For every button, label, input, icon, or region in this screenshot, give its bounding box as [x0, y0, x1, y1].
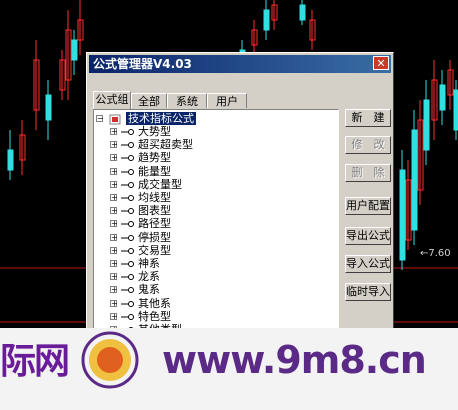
- candle-body: [453, 89, 458, 131]
- tree-item-label: 停损型: [138, 230, 171, 244]
- candle-body: [263, 9, 270, 31]
- expand-icon[interactable]: +: [110, 286, 118, 294]
- tree-item[interactable]: + 其他系: [96, 297, 171, 310]
- formula-icon: [121, 261, 134, 267]
- expand-icon[interactable]: +: [110, 167, 118, 175]
- new-button[interactable]: 新 建: [345, 109, 391, 127]
- formula-icon: [121, 247, 134, 254]
- tree-item[interactable]: + 成交量型: [96, 178, 182, 191]
- collapse-icon[interactable]: −: [96, 115, 104, 123]
- tree-item-label: 图表型: [138, 204, 171, 218]
- tree-item[interactable]: + 神系: [96, 257, 160, 270]
- dialog-title: 公式管理器V4.03: [93, 57, 192, 71]
- candle-body: [399, 169, 406, 261]
- formula-icon: [121, 142, 134, 149]
- watermark-left-text: 际网: [0, 341, 70, 382]
- formula-icon: [121, 129, 134, 135]
- candle-body: [7, 149, 14, 171]
- tree-item[interactable]: + 路径型: [96, 217, 171, 230]
- tree-item-label: 龙系: [138, 270, 160, 284]
- tree-item-label: 特色型: [138, 309, 171, 323]
- formula-icon: [121, 168, 134, 175]
- tree-item-label: 路径型: [138, 217, 171, 231]
- formula-icon: [121, 181, 134, 188]
- site-logo: [81, 331, 139, 389]
- expand-icon[interactable]: +: [110, 194, 118, 202]
- expand-icon[interactable]: +: [110, 246, 118, 254]
- user-config-button[interactable]: 用户配置: [345, 197, 391, 215]
- tree-root-label: 技术指标公式: [126, 112, 196, 125]
- formula-tree[interactable]: − 技术指标公式 + 大势型 + 超买超卖型 + 趋势型 + 能量型 + 成交量型 + 均线型 + 图表型…: [93, 109, 339, 334]
- formula-manager-dialog: 公式管理器V4.03 ✕ 公式组 全部 系统 用户 − 技术指标公式 + 大势型 +…: [86, 52, 394, 337]
- expand-icon[interactable]: +: [110, 220, 118, 228]
- dialog-titlebar[interactable]: 公式管理器V4.03 ✕: [89, 55, 391, 73]
- tree-item-label: 均线型: [138, 191, 171, 204]
- tree-item[interactable]: + 均线型: [96, 191, 171, 204]
- tree-item-label: 交易型: [138, 243, 171, 257]
- tree-item-label: 鬼系: [138, 283, 160, 297]
- formula-icon: [121, 195, 134, 201]
- tree-item[interactable]: + 图表型: [96, 204, 171, 217]
- import-formula-button[interactable]: 导入公式: [345, 255, 391, 273]
- tree-item[interactable]: + 大势型: [96, 125, 171, 138]
- candle-body: [411, 129, 418, 231]
- formula-icon: [121, 208, 134, 215]
- tree-item-label: 成交量型: [138, 177, 182, 191]
- tree-item[interactable]: + 能量型: [96, 165, 171, 178]
- expand-icon[interactable]: +: [110, 260, 118, 268]
- tree-item-label: 大势型: [138, 125, 171, 138]
- expand-icon[interactable]: +: [110, 180, 118, 188]
- expand-icon[interactable]: +: [110, 273, 118, 281]
- formula-icon: [121, 287, 134, 294]
- candle-body: [71, 39, 78, 61]
- tree-item[interactable]: + 鬼系: [96, 283, 160, 296]
- edit-button[interactable]: 修 改: [345, 136, 391, 154]
- tree-item[interactable]: + 趋势型: [96, 151, 171, 164]
- tree-root[interactable]: − 技术指标公式: [96, 112, 196, 125]
- formula-icon: [121, 313, 134, 320]
- formula-icon: [121, 234, 134, 241]
- formula-icon: [121, 300, 134, 307]
- delete-button[interactable]: 删 除: [345, 164, 391, 182]
- candle-body: [45, 94, 52, 121]
- tab-system[interactable]: 系统: [167, 93, 207, 108]
- tree-item[interactable]: + 龙系: [96, 270, 160, 283]
- tree-item-label: 趋势型: [138, 151, 171, 165]
- candle-body: [299, 4, 306, 21]
- formula-icon: [121, 155, 134, 162]
- candle-body: [423, 99, 430, 151]
- candle-body: [439, 84, 446, 111]
- expand-icon[interactable]: +: [110, 312, 118, 320]
- tree-item-label: 其他系: [138, 296, 171, 310]
- temp-import-button[interactable]: 临时导入: [345, 283, 391, 301]
- price-label: ←7.60: [420, 248, 451, 259]
- tree-item-label: 超买超卖型: [138, 138, 193, 152]
- expand-icon[interactable]: +: [110, 141, 118, 149]
- watermark-url: www.9m8.cn: [162, 338, 427, 382]
- tree-item[interactable]: + 特色型: [96, 310, 171, 323]
- tab-all[interactable]: 全部: [131, 93, 167, 108]
- expand-icon[interactable]: +: [110, 154, 118, 162]
- tree-item-label: 能量型: [138, 164, 171, 178]
- tree-item-label: 神系: [138, 257, 160, 270]
- tree-item[interactable]: + 超买超卖型: [96, 138, 193, 151]
- expand-icon[interactable]: +: [110, 299, 118, 307]
- expand-icon[interactable]: +: [110, 128, 118, 136]
- expand-icon[interactable]: +: [110, 207, 118, 215]
- formula-icon: [121, 274, 134, 281]
- export-formula-button[interactable]: 导出公式: [345, 227, 391, 245]
- expand-icon[interactable]: +: [110, 233, 118, 241]
- close-button[interactable]: ✕: [373, 56, 389, 70]
- formula-icon: [121, 221, 134, 228]
- tab-formula-group[interactable]: 公式组: [93, 91, 131, 109]
- tree-item[interactable]: + 交易型: [96, 244, 171, 257]
- tab-user[interactable]: 用户: [207, 93, 247, 108]
- tree-item[interactable]: + 停损型: [96, 231, 171, 244]
- book-icon: [109, 114, 120, 124]
